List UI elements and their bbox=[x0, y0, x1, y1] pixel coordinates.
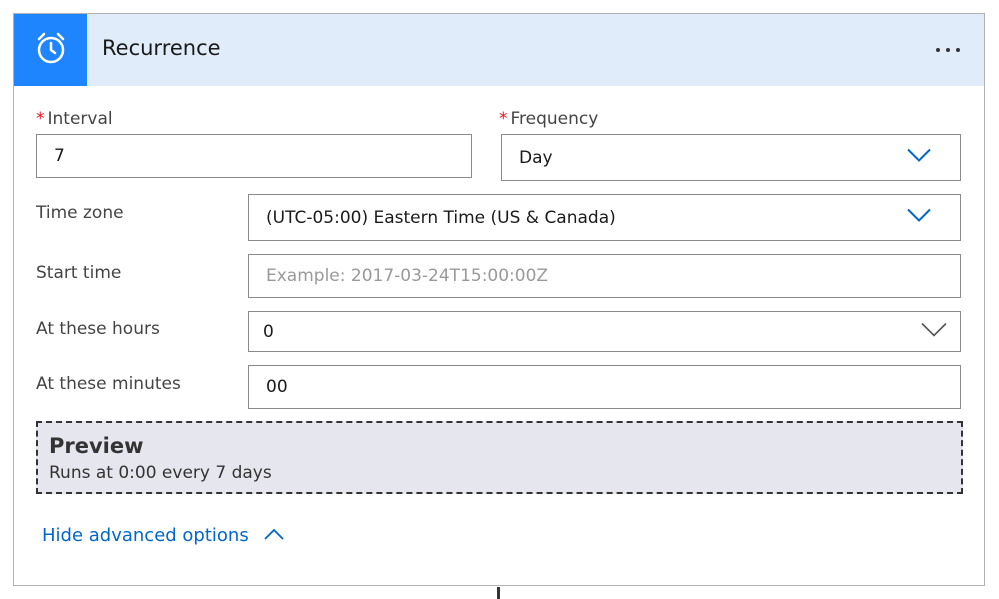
alarm-clock-icon bbox=[33, 30, 69, 70]
card-header[interactable]: Recurrence bbox=[14, 14, 984, 86]
preview-box: Preview Runs at 0:00 every 7 days bbox=[36, 421, 963, 494]
preview-text: Runs at 0:00 every 7 days bbox=[49, 463, 272, 483]
at-these-hours-dropdown[interactable]: 0 bbox=[248, 311, 961, 352]
required-mark: * bbox=[36, 109, 45, 129]
time-zone-value: (UTC-05:00) Eastern Time (US & Canada) bbox=[266, 207, 616, 228]
interval-label-text: Interval bbox=[47, 109, 113, 129]
chevron-down-icon bbox=[906, 207, 932, 228]
chevron-down-icon bbox=[920, 321, 948, 342]
card-title: Recurrence bbox=[102, 36, 221, 60]
chevron-down-icon bbox=[906, 147, 932, 168]
time-zone-label: Time zone bbox=[36, 203, 124, 223]
at-these-hours-value: 0 bbox=[263, 321, 274, 342]
flow-connector-line bbox=[497, 587, 500, 599]
hide-advanced-options-label: Hide advanced options bbox=[42, 525, 249, 546]
at-these-minutes-label: At these minutes bbox=[36, 374, 181, 394]
frequency-label-text: Frequency bbox=[510, 109, 599, 129]
interval-label: * Interval bbox=[36, 109, 113, 129]
ellipsis-icon-dot bbox=[946, 48, 950, 52]
interval-value: 7 bbox=[54, 146, 65, 166]
header-icon-box bbox=[14, 14, 87, 86]
start-time-label: Start time bbox=[36, 263, 122, 283]
time-zone-dropdown[interactable]: (UTC-05:00) Eastern Time (US & Canada) bbox=[248, 194, 961, 241]
chevron-up-icon bbox=[263, 525, 285, 546]
frequency-label: * Frequency bbox=[499, 109, 598, 129]
frequency-dropdown[interactable]: Day bbox=[501, 134, 961, 181]
ellipsis-icon-dot bbox=[936, 48, 940, 52]
ellipsis-icon-dot bbox=[956, 48, 960, 52]
at-these-hours-label: At these hours bbox=[36, 319, 160, 339]
interval-field[interactable]: 7 bbox=[36, 134, 472, 178]
recurrence-card: Recurrence * Interval 7 * Frequency Day Ti… bbox=[13, 13, 985, 586]
required-mark: * bbox=[499, 109, 508, 129]
hide-advanced-options-link[interactable]: Hide advanced options bbox=[42, 525, 285, 546]
frequency-value: Day bbox=[519, 147, 553, 168]
at-these-minutes-field[interactable]: 00 bbox=[248, 365, 961, 409]
more-options-button[interactable] bbox=[926, 32, 970, 68]
start-time-field[interactable]: Example: 2017-03-24T15:00:00Z bbox=[248, 254, 961, 298]
start-time-placeholder: Example: 2017-03-24T15:00:00Z bbox=[266, 266, 549, 286]
at-these-minutes-value: 00 bbox=[266, 377, 288, 397]
preview-title: Preview bbox=[49, 434, 144, 458]
